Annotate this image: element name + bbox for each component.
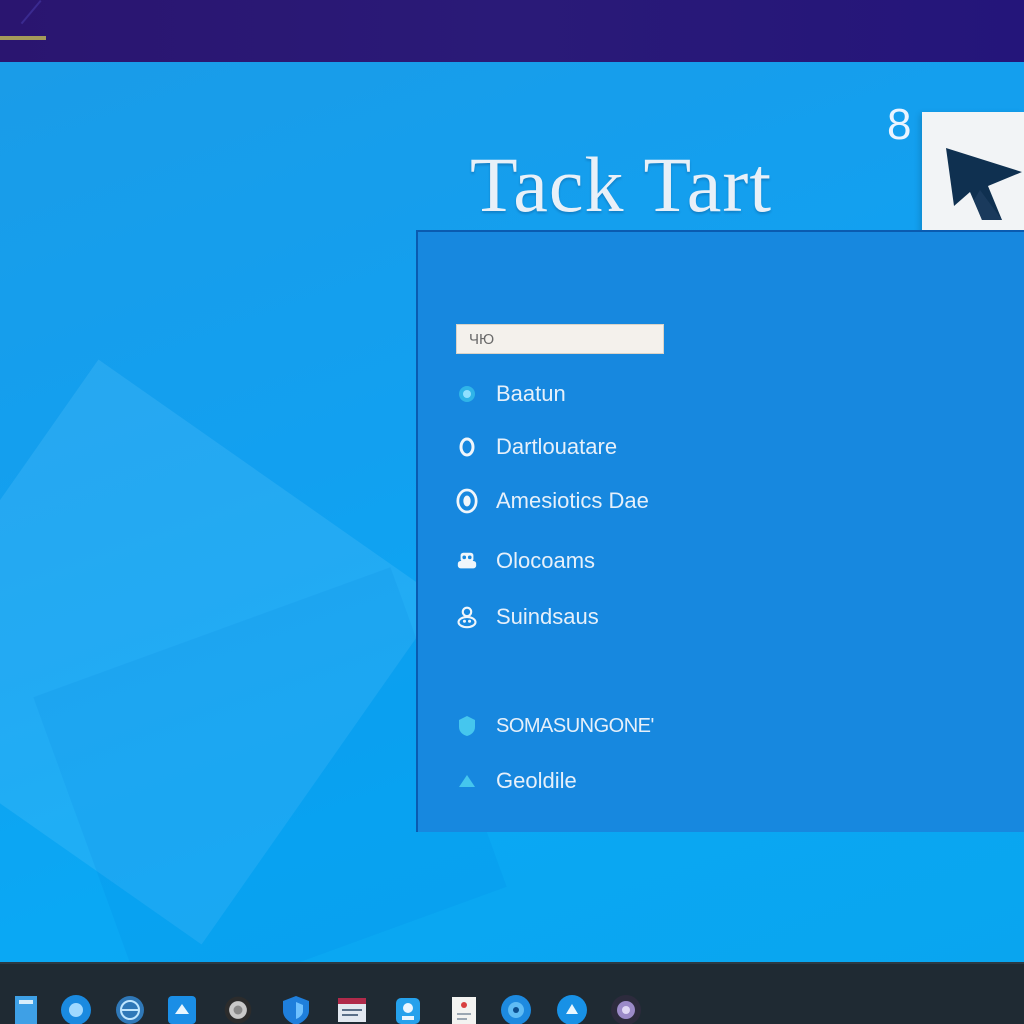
settings-icon[interactable] — [166, 994, 198, 1024]
globe-icon[interactable] — [114, 994, 146, 1024]
app-icon[interactable] — [10, 994, 42, 1024]
menu-item-label: Dartlouatare — [496, 434, 618, 459]
chat-icon[interactable] — [556, 994, 588, 1024]
ring-icon — [456, 436, 478, 458]
menu-item-label: Suindsaus — [496, 604, 599, 629]
search-input[interactable]: ЧЮ — [456, 324, 664, 354]
menu-item-label: Baatun — [496, 381, 566, 406]
clock-icon[interactable] — [222, 994, 254, 1024]
user-icon — [456, 606, 478, 629]
menu-item-label: Amesiotics Dae — [496, 488, 649, 513]
blue-circle-icon[interactable] — [60, 994, 92, 1024]
menu-item-4[interactable]: Olocoams — [456, 544, 595, 578]
menu-item-label: Geoldile — [496, 768, 577, 793]
title-bar-decoration — [20, 0, 42, 25]
title-bar-accent — [0, 36, 46, 40]
mail-icon[interactable] — [336, 994, 368, 1024]
target-icon — [456, 488, 478, 514]
menu-item-3[interactable]: Amesiotics Dae — [456, 484, 649, 518]
menu-item-label: SOMASUNGONE' — [496, 714, 654, 737]
page-title: Tack Tart — [470, 141, 772, 228]
pointer-cursor-icon — [946, 148, 1022, 220]
menu-item-6[interactable]: SOMASUNGONE' — [456, 709, 654, 743]
menu-item-7[interactable]: Geoldile — [456, 764, 577, 798]
dot-icon — [456, 383, 478, 405]
menu-item-5[interactable]: Suindsaus — [456, 600, 599, 634]
taskbar — [0, 962, 1024, 1024]
store-icon[interactable] — [392, 994, 424, 1024]
shield-app-icon[interactable] — [280, 994, 312, 1024]
title-bar — [0, 0, 1024, 62]
menu-item-label: Olocoams — [496, 548, 596, 573]
bot-icon — [456, 550, 478, 572]
menu-item-2[interactable]: Dartlouatare — [456, 430, 617, 464]
triangle-icon — [456, 770, 478, 792]
note-icon[interactable] — [448, 994, 480, 1024]
start-menu-panel: ЧЮ Baatun Dartlouatare Amesiotics Dae Ol… — [416, 230, 1024, 832]
menu-item-1[interactable]: Baatun — [456, 377, 566, 411]
corner-counter: 8 — [887, 100, 912, 149]
browser-icon[interactable] — [500, 994, 532, 1024]
media-icon[interactable] — [610, 994, 642, 1024]
shield-icon — [456, 715, 478, 737]
